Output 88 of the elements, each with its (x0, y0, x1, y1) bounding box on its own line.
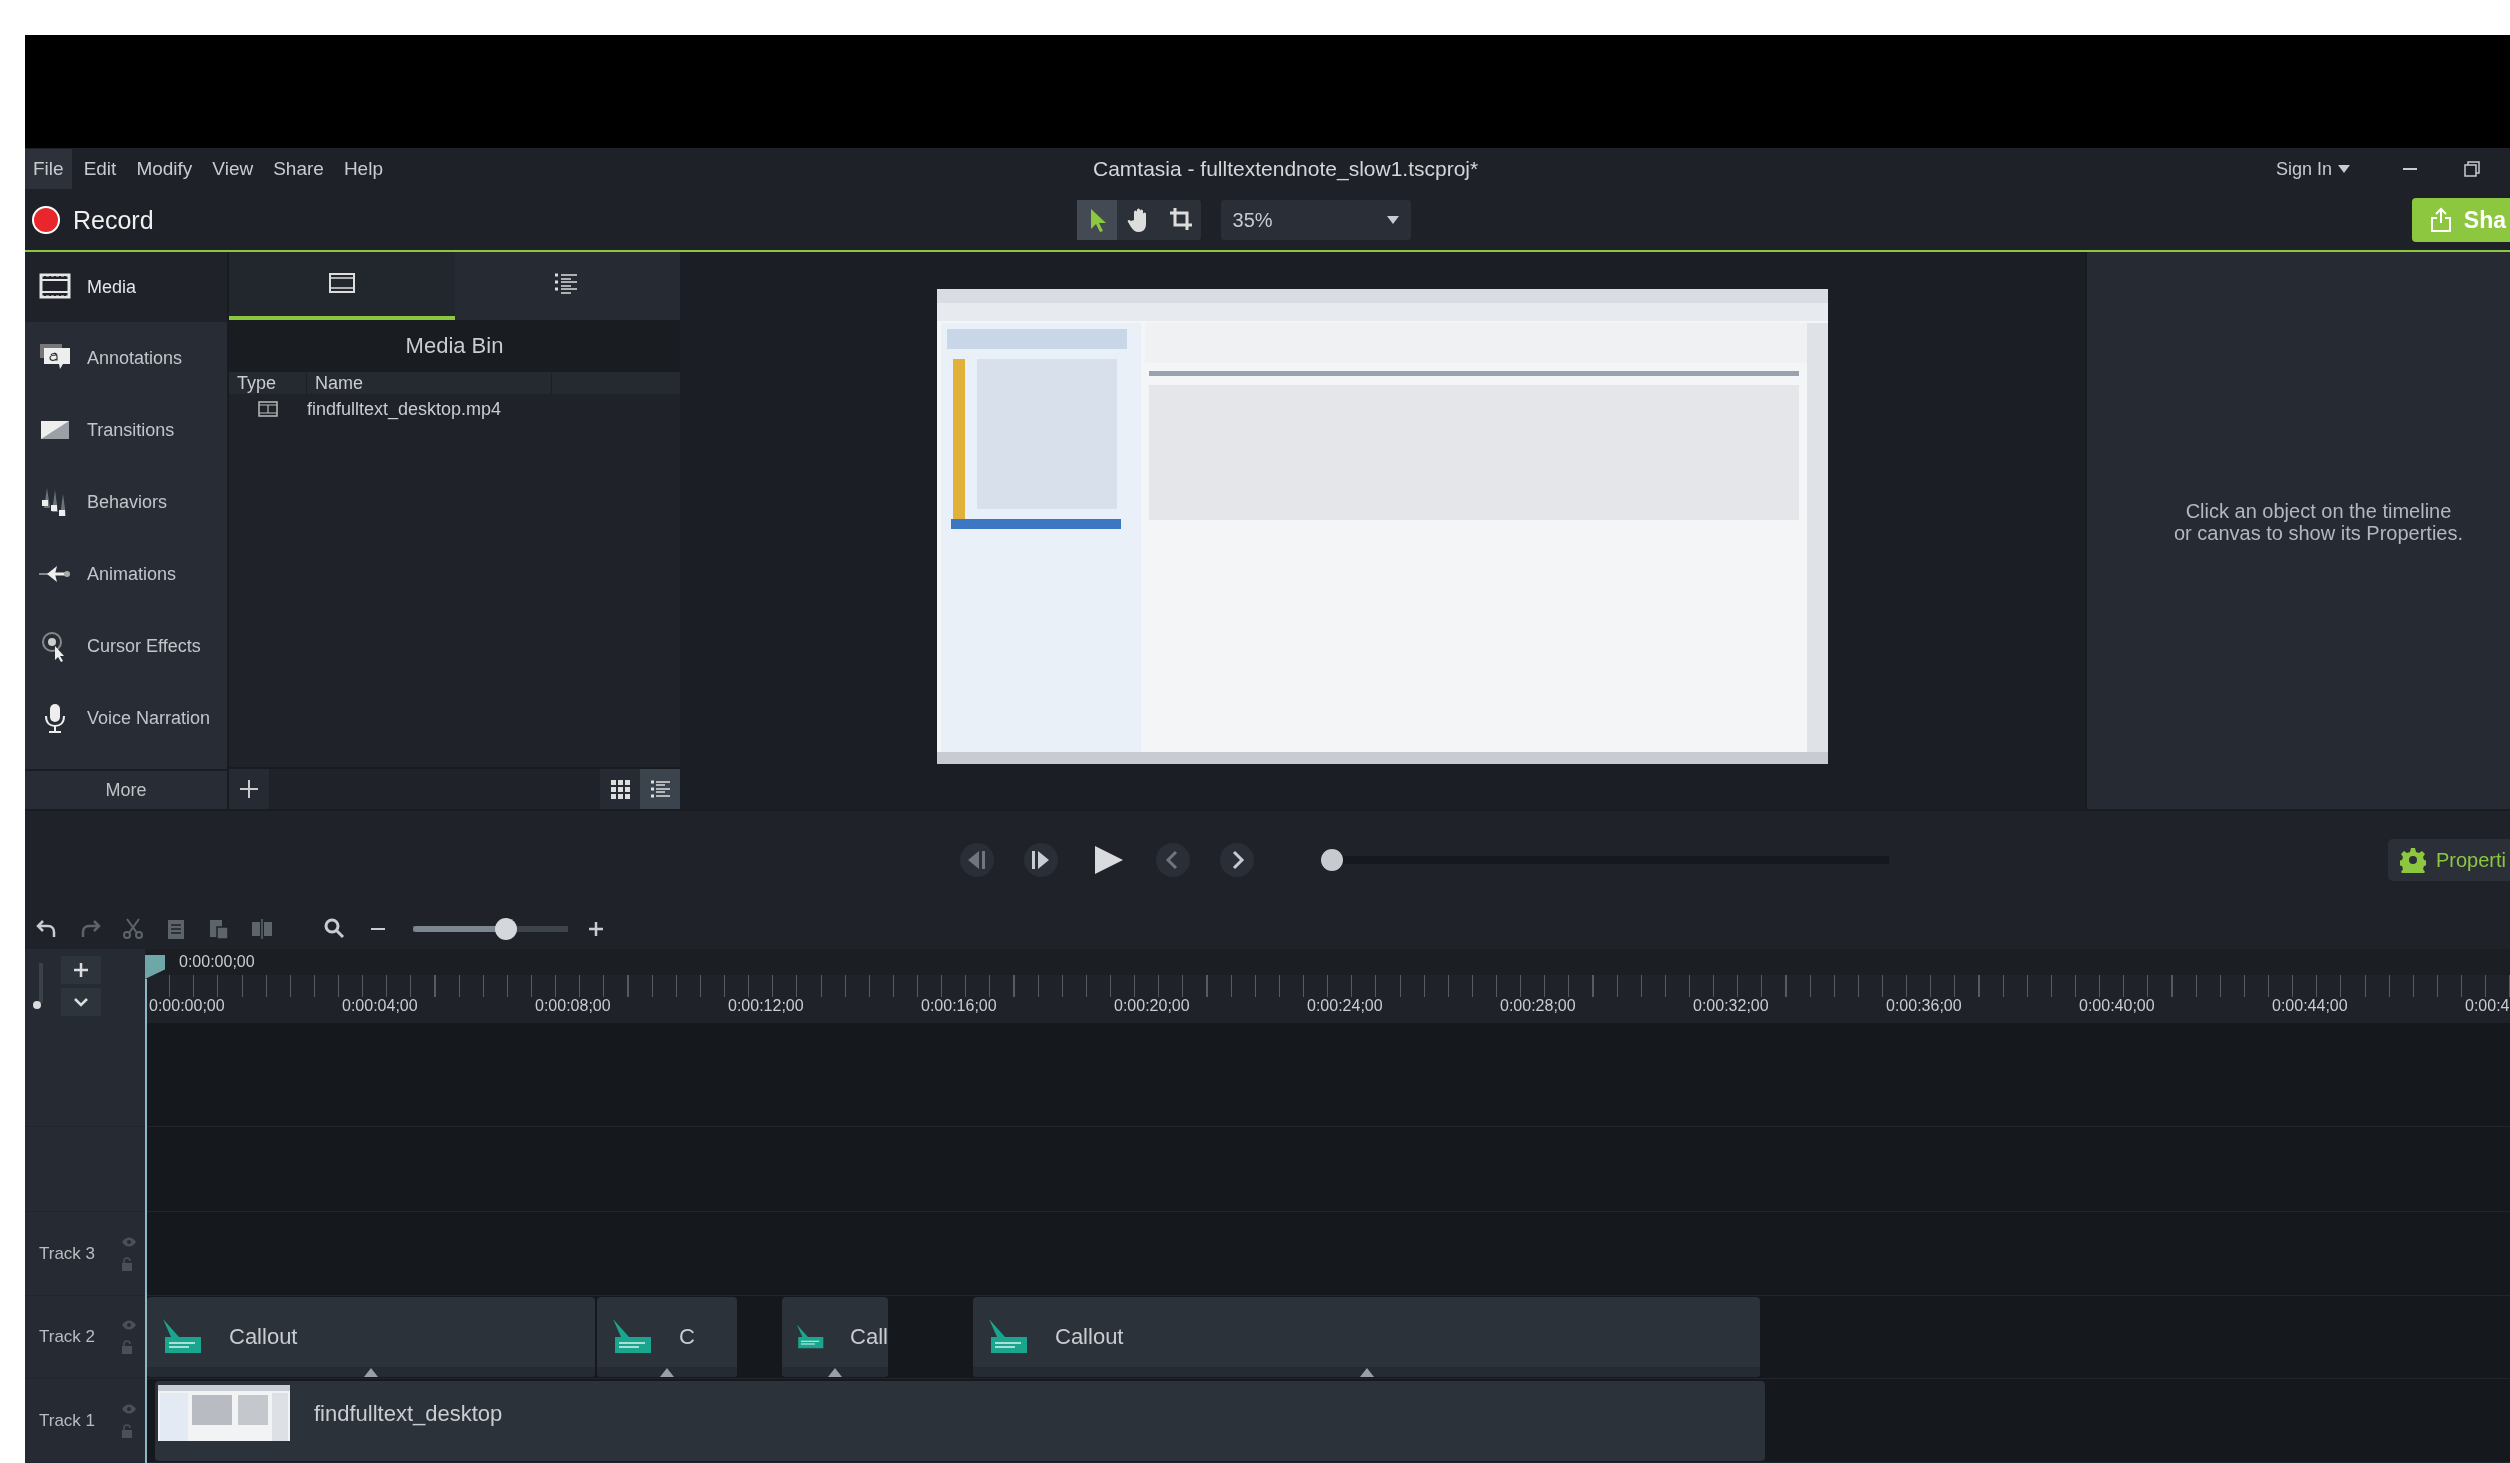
scrub-handle[interactable] (1321, 849, 1343, 871)
track-name: Track 1 (39, 1410, 96, 1431)
time-label: 0:00:20;00 (1114, 997, 1191, 1017)
properties-button[interactable]: Properti (2387, 839, 2510, 881)
share-icon (2429, 207, 2452, 233)
next-marker-button[interactable] (1217, 842, 1257, 878)
time-label: 0:00:44;00 (2272, 997, 2349, 1017)
column-header[interactable]: Name (307, 372, 552, 394)
sidebar-item[interactable]: Behaviors (25, 466, 227, 538)
file-name[interactable]: findfulltext_desktop.mp4 (307, 398, 502, 420)
split-icon (250, 917, 274, 942)
clip-label: Callout (229, 1324, 298, 1351)
plus-icon (239, 779, 259, 799)
track-name: Track 2 (39, 1327, 96, 1348)
record-button[interactable]: Record (25, 201, 160, 239)
zoom-out-icon (371, 927, 385, 931)
gear-icon (2399, 847, 2426, 873)
tool-button[interactable] (1076, 200, 1117, 240)
step-forward-icon (1021, 842, 1061, 878)
time-label: 0:00:00;00 (149, 997, 226, 1017)
panel-title: Media Bin (229, 320, 680, 372)
triangle-marker-icon[interactable] (363, 1367, 379, 1378)
previous-marker-button[interactable] (1153, 842, 1193, 878)
triangle-marker-icon[interactable] (827, 1367, 843, 1378)
slider-thumb[interactable] (495, 918, 518, 941)
chevron-icon (73, 997, 89, 1008)
sidebar-item[interactable]: Animations (25, 538, 227, 610)
window-title: Camtasia - fulltextendnote_slow1.tscproj* (1093, 157, 1479, 181)
time-label: 0:00:4 (2465, 997, 2510, 1017)
menu-item[interactable]: Share (265, 149, 332, 189)
menu-item[interactable]: Help (335, 149, 391, 189)
menu-item[interactable]: View (204, 149, 262, 189)
sidebar-item[interactable]: Media (25, 252, 227, 322)
zoom-dropdown[interactable]: 35% (1220, 200, 1411, 240)
clip-label: Call (850, 1324, 888, 1351)
step-frame-button[interactable] (1021, 842, 1061, 878)
grid-icon (609, 778, 631, 800)
time-label: 0:00:36;00 (1886, 997, 1963, 1017)
media-tab[interactable] (229, 252, 455, 320)
chevron-right-icon (1217, 842, 1257, 878)
sidebar-item[interactable]: Cursor Effects (25, 610, 227, 682)
time-label: 0:00:32;00 (1693, 997, 1770, 1017)
time-label: 0:00:12;00 (728, 997, 805, 1017)
menu-item[interactable]: File (25, 149, 72, 189)
time-label: 0:00:24;00 (1307, 997, 1384, 1017)
sidebar-item[interactable]: Voice Narration (25, 682, 227, 754)
sign-in-button[interactable]: Sign In (2269, 157, 2356, 181)
triangle-marker-icon[interactable] (1358, 1367, 1375, 1378)
callout-clip[interactable]: Callout (147, 1297, 595, 1378)
clip-label: findfulltext_desktop (314, 1400, 503, 1427)
paste-icon (207, 917, 231, 942)
previous-frame-button[interactable] (957, 842, 997, 878)
callout-clip[interactable]: Call (782, 1297, 888, 1378)
film-icon (328, 272, 355, 296)
film-icon (258, 401, 278, 417)
list-icon (649, 778, 671, 800)
properties-hint: Click an object on the timeline or canvas to show its Properties. (2173, 499, 2464, 544)
step-back-icon (957, 842, 997, 878)
menu-item[interactable]: Edit (75, 149, 125, 189)
restore-icon[interactable] (2464, 161, 2480, 177)
record-icon (31, 205, 61, 235)
callout-clip[interactable]: Callout (973, 1297, 1760, 1378)
caret-icon (2338, 165, 2350, 173)
time-label: 0:00:16;00 (921, 997, 998, 1017)
clip-label: C (679, 1324, 695, 1351)
view-toggle[interactable] (640, 769, 680, 809)
time-label: 0:00:40;00 (2079, 997, 2156, 1017)
caret-icon (1386, 216, 1399, 224)
video-clip[interactable]: findfulltext_desktop (155, 1380, 1765, 1461)
playhead-time: 0:00:00;00 (179, 953, 255, 972)
column-header[interactable]: Type (229, 372, 307, 394)
expand-button[interactable] (61, 988, 101, 1017)
clip-label: Callout (1055, 1324, 1124, 1351)
sidebar-item[interactable]: Transitions (25, 394, 227, 466)
chevron-left-icon (1153, 842, 1193, 878)
callout-clip[interactable]: C (597, 1297, 737, 1378)
plus-icon (73, 962, 89, 979)
sidebar-item[interactable]: Annotations (25, 322, 227, 394)
triangle-marker-icon[interactable] (659, 1367, 675, 1378)
cut-icon (121, 917, 145, 942)
time-label: 0:00:28;00 (1500, 997, 1577, 1017)
time-label: 0:00:04;00 (342, 997, 419, 1017)
menu-item[interactable]: Modify (128, 149, 201, 189)
add-track-button[interactable] (61, 956, 101, 985)
view-toggle[interactable] (600, 769, 640, 809)
add-button[interactable] (229, 769, 269, 809)
track-name: Track 3 (39, 1243, 96, 1264)
time-label: 0:00:08;00 (535, 997, 612, 1017)
